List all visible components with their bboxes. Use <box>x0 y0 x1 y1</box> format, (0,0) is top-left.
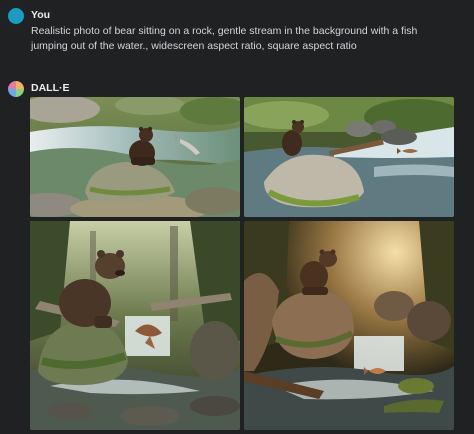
assistant-author-name: DALL·E <box>31 82 70 94</box>
user-prompt-text: Realistic photo of bear sitting on a roc… <box>31 25 418 52</box>
image-grid <box>30 97 454 430</box>
user-author-name: You <box>31 9 51 21</box>
dalle-avatar <box>8 81 24 97</box>
generated-image-2[interactable] <box>244 97 454 217</box>
generated-image-1[interactable] <box>30 97 240 217</box>
generated-image-4[interactable] <box>244 221 454 430</box>
generated-image-3[interactable] <box>30 221 240 430</box>
user-avatar <box>8 8 24 24</box>
